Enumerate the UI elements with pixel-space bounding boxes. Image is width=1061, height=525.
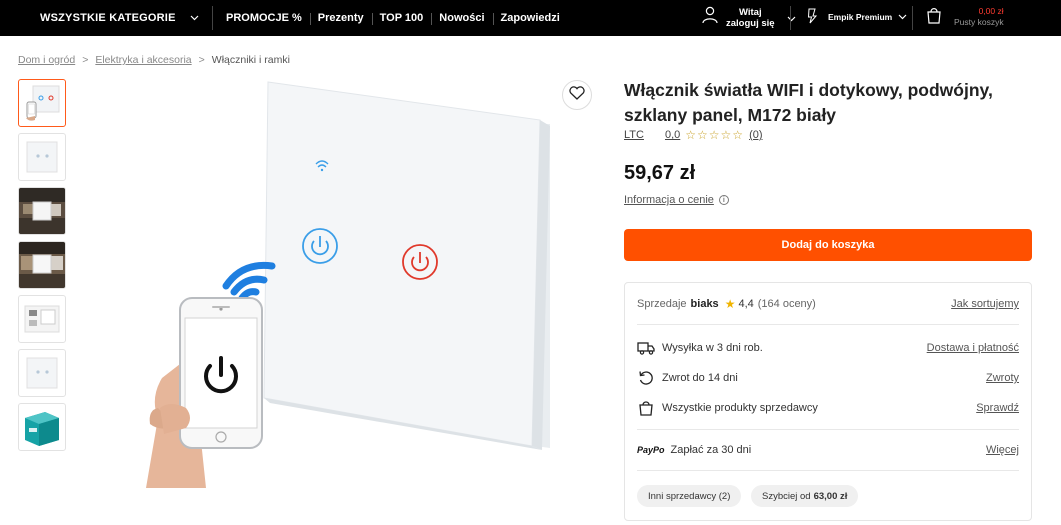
shipping-link[interactable]: Dostawa i płatność [927,342,1019,354]
faster-delivery-button[interactable]: Szybciej od 63,00 zł [751,485,859,507]
paypo-text: Zapłać za 30 dni [670,444,752,456]
all-categories-button[interactable]: WSZYSTKIE KATEGORIE [40,0,199,36]
account-greeting: Witaj [738,6,762,18]
shipping-row: Wysyłka w 3 dni rob. Dostawa i płatność [637,340,1019,356]
account-button[interactable]: Witaj zaloguj się [702,6,796,29]
breadcrumb-separator: > [198,54,205,66]
sort-info-link[interactable]: Jak sortujemy [951,298,1019,310]
add-to-cart-button[interactable]: Dodaj do koszyka [624,229,1032,261]
shipping-text: Wysyłka w 3 dni rob. [662,342,763,354]
paypo-row: PayPo Zapłać za 30 dni Więcej [637,444,1019,456]
divider [790,6,791,30]
bag-icon [637,400,655,416]
seller-rating: 4,4 [738,298,754,310]
divider [637,324,1019,325]
truck-icon [637,340,655,356]
divider [212,6,213,30]
categories-label: WSZYSTKIE KATEGORIE [40,12,176,24]
product-title: Włącznik światła WIFI i dotykowy, podwój… [624,80,993,125]
product-price: 59,67 zł [624,162,696,184]
account-login: zaloguj się [726,17,775,29]
faster-prefix: Szybciej od [762,490,811,502]
other-sellers-button[interactable]: Inni sprzedawcy (2) [637,485,742,507]
seller-name[interactable]: biaks [691,298,719,310]
nav-prezenty[interactable]: Prezenty [309,12,372,25]
seller-box: Sprzedaje biaks ★ 4,4 (164 oceny) Jak so… [624,282,1032,521]
breadcrumb: Dom i ogród > Elektryka i akcesoria > Wł… [18,54,290,66]
all-products-link[interactable]: Sprawdź [976,402,1019,414]
breadcrumb-separator: > [82,54,89,66]
cart-summary: 0,00 zł Pusty koszyk [954,6,1004,28]
price-info-link[interactable]: Informacja o cenie [624,194,714,206]
thumbnail-1[interactable] [18,79,66,127]
premium-icon [806,8,818,26]
returns-row: Zwrot do 14 dni Zwroty [637,370,1019,386]
thumbnail-7[interactable] [18,403,66,451]
seller-rating-count: (164 oceny) [757,298,816,310]
thumbnail-6[interactable] [18,349,66,397]
nav-zapowiedzi[interactable]: Zapowiedzi [492,12,568,25]
paypo-logo: PayPo [637,445,665,455]
all-products-row: Wszystkie produkty sprzedawcy Sprawdź [637,400,1019,416]
add-to-wishlist-button[interactable] [562,80,592,110]
main-product-image[interactable] [140,78,560,488]
cart-icon [926,6,942,29]
user-icon [702,6,718,29]
thumbnail-4[interactable] [18,241,66,289]
price-info[interactable]: Informacja o cenie i [624,194,729,206]
returns-text: Zwrot do 14 dni [662,372,738,384]
thumbnail-3[interactable] [18,187,66,235]
cart-amount: 0,00 zł [978,6,1004,16]
nav-top100[interactable]: TOP 100 [371,12,432,25]
empik-premium-button[interactable]: Empik Premium [806,8,907,26]
all-products-text: Wszystkie produkty sprzedawcy [662,402,818,414]
heart-icon [569,85,585,105]
nav-nowosci[interactable]: Nowości [431,12,492,25]
divider [637,470,1019,471]
rating-count[interactable]: (0) [749,129,762,141]
premium-label: Empik Premium [828,12,893,22]
breadcrumb-elektryka[interactable]: Elektryka i akcesoria [95,54,191,66]
chevron-down-icon [190,15,199,21]
info-icon: i [718,195,729,205]
divider [637,429,1019,430]
chevron-down-icon [898,12,907,22]
brand-link[interactable]: LTC [624,129,644,141]
sold-by-label: Sprzedaje [637,298,687,310]
faster-amount: 63,00 zł [813,490,848,502]
breadcrumb-current: Włączniki i ramki [211,54,290,66]
star-icon: ★ [724,297,736,311]
top-nav: PROMOCJE % Prezenty TOP 100 Nowości Zapo… [226,0,568,36]
chevron-down-icon [787,9,796,27]
divider [912,6,913,30]
thumbnail-5[interactable] [18,295,66,343]
cart-button[interactable]: 0,00 zł Pusty koszyk [926,6,1004,29]
seller-row: Sprzedaje biaks ★ 4,4 (164 oceny) Jak so… [637,297,1019,311]
returns-link[interactable]: Zwroty [986,372,1019,384]
cart-status: Pusty koszyk [954,17,1004,27]
product-meta: LTC 0,0 ☆☆☆☆☆ (0) [624,128,763,142]
return-icon [637,370,655,386]
thumbnail-2[interactable] [18,133,66,181]
rating-stars: ☆☆☆☆☆ [685,128,745,142]
top-bar: WSZYSTKIE KATEGORIE PROMOCJE % Prezenty … [0,0,1061,36]
nav-promocje[interactable]: PROMOCJE % [226,12,310,24]
breadcrumb-dom-i-ogrod[interactable]: Dom i ogród [18,54,75,66]
paypo-link[interactable]: Więcej [986,444,1019,456]
account-text: Witaj zaloguj się [726,7,775,29]
rating-value[interactable]: 0,0 [665,129,680,141]
